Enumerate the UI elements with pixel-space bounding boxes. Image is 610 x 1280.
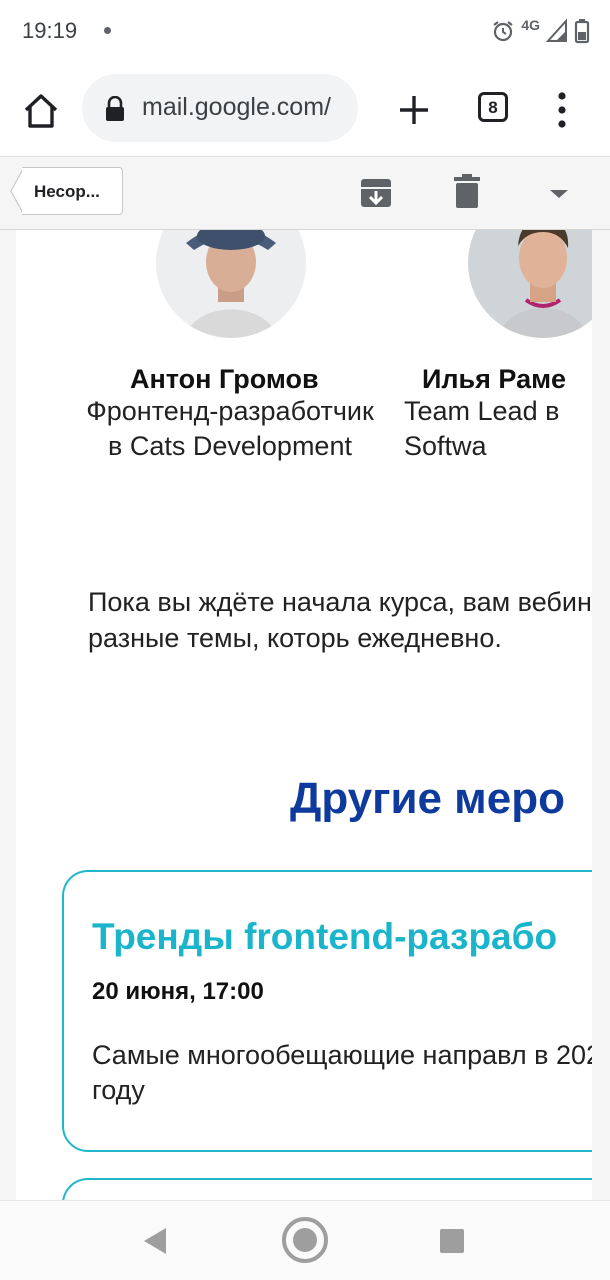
event-title[interactable]: Тренды frontend-разрабо — [92, 916, 557, 958]
archive-icon[interactable] — [360, 177, 392, 209]
address-bar[interactable]: mail.google.com/ — [82, 74, 358, 142]
lock-icon — [106, 96, 124, 121]
back-label-text: Несор... — [22, 167, 123, 215]
trash-icon[interactable] — [454, 174, 480, 208]
browser-toolbar: mail.google.com/ 8 — [0, 62, 610, 156]
signal-icon — [546, 19, 567, 42]
event-date: 20 июня, 17:00 — [92, 978, 264, 1005]
recents-square-icon[interactable] — [440, 1229, 464, 1253]
speaker-avatar — [468, 230, 592, 338]
more-vert-icon[interactable] — [552, 90, 572, 130]
alarm-icon — [493, 21, 513, 42]
speaker-avatar — [156, 230, 306, 338]
event-card[interactable]: Тренды frontend-разрабо 20 июня, 17:00 С… — [62, 870, 592, 1152]
event-description: Самые многообещающие направл в 2020 году — [92, 1040, 592, 1105]
notification-dot-icon — [104, 27, 111, 34]
email-viewport[interactable]: Антон Громов Фронтенд-разработчик в Cats… — [0, 230, 610, 1200]
email-body: Антон Громов Фронтенд-разработчик в Cats… — [16, 230, 592, 1200]
home-icon[interactable] — [20, 90, 62, 132]
status-icons: 4G — [491, 16, 590, 46]
back-triangle-icon[interactable] — [142, 1226, 168, 1256]
speaker-name: Антон Громов — [130, 364, 319, 394]
status-time: 19:19 — [22, 18, 78, 43]
network-type: 4G — [521, 17, 540, 33]
battery-icon — [574, 19, 590, 44]
home-circle-icon[interactable] — [280, 1215, 330, 1265]
system-nav-bar — [0, 1200, 610, 1280]
plus-icon[interactable] — [394, 90, 434, 130]
speaker-role: Team Lead в Softwa — [404, 396, 560, 461]
speaker-name: Илья Раме — [422, 364, 567, 394]
speaker-role: Фронтенд-разработчик в Cats Development — [86, 396, 374, 461]
gmail-action-bar: Несор... — [0, 156, 610, 230]
dropdown-icon[interactable] — [548, 187, 570, 201]
url-text: mail.google.com/ — [142, 93, 331, 121]
tab-switcher-button[interactable]: 8 — [478, 92, 508, 122]
intro-paragraph: Пока вы ждёте начала курса, вам вебинары… — [88, 587, 592, 653]
section-title: Другие меро — [290, 774, 565, 823]
event-card[interactable] — [62, 1178, 592, 1200]
status-bar: 19:19 4G — [0, 0, 610, 62]
